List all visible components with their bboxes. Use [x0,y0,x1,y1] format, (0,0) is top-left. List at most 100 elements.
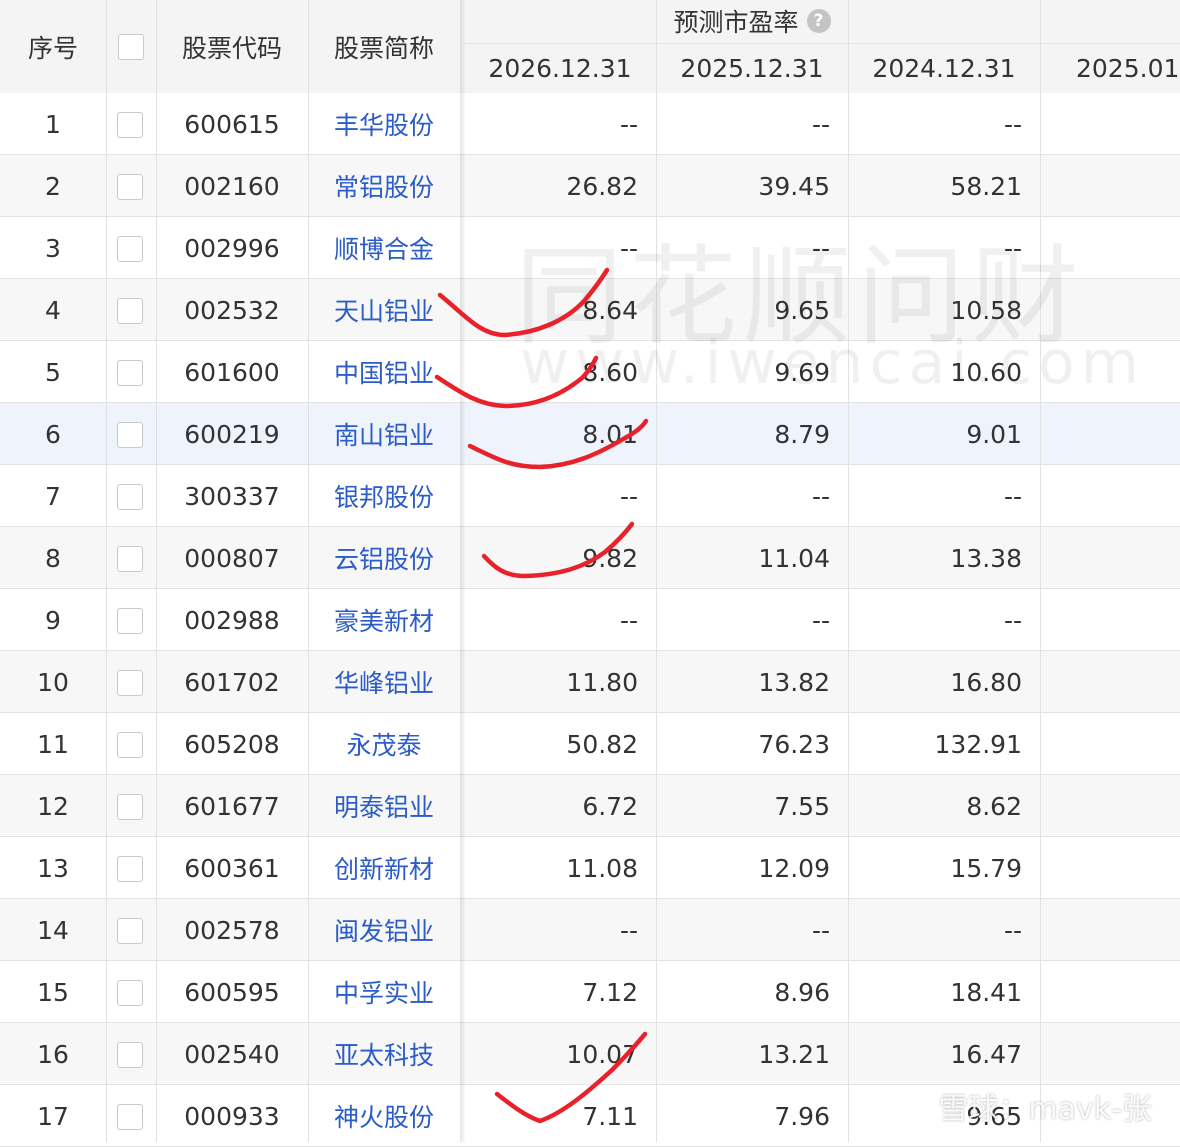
stock-name-link[interactable]: 中国铝业 [308,341,460,403]
row-index: 2 [45,171,61,201]
row-checkbox[interactable] [117,484,143,510]
table-row[interactable]: 14 002578 闽发铝业 -- -- -- [0,899,1180,961]
table-row[interactable]: 13 600361 创新新材 11.08 12.09 15.79 [0,837,1180,899]
header-forecast-pe[interactable]: 预测市盈率 ? [464,0,1040,42]
header-select-all[interactable] [106,0,156,93]
pe-2025: 7.96 [774,1101,830,1131]
row-checkbox[interactable] [117,856,143,882]
stock-name-link[interactable]: 创新新材 [308,837,460,899]
row-index: 16 [37,1039,69,1069]
row-checkbox[interactable] [117,112,143,138]
pe-2025: 13.82 [758,667,830,697]
row-checkbox[interactable] [117,1042,143,1068]
stock-name-link[interactable]: 华峰铝业 [308,651,460,713]
row-index: 12 [37,791,69,821]
pe-2025: 12.09 [758,853,830,883]
table-row[interactable]: 8 000807 云铝股份 9.82 11.04 13.38 [0,527,1180,589]
table-row[interactable]: 15 600595 中孚实业 7.12 8.96 18.41 [0,961,1180,1023]
header-index[interactable]: 序号 [0,0,106,93]
iwencai-url-watermark: www.iwencai.com [520,328,1146,398]
table-row[interactable]: 10 601702 华峰铝业 11.80 13.82 16.80 [0,651,1180,713]
col-divider [1040,0,1041,93]
header-date-3[interactable]: 2024.12.31 [848,44,1040,93]
pe-2025: -- [811,109,830,139]
table-row[interactable]: 16 002540 亚太科技 10.07 13.21 16.47 [0,1023,1180,1085]
pe-2026: 9.82 [582,543,638,573]
row-index: 10 [37,667,69,697]
row-checkbox[interactable] [117,794,143,820]
stock-code: 000933 [184,1101,280,1131]
header-date-1[interactable]: 2026.12.31 [464,44,656,93]
pe-2026: 8.01 [582,419,638,449]
table-row[interactable]: 11 605208 永茂泰 50.82 76.23 132.91 [0,713,1180,775]
table-row[interactable]: 12 601677 明泰铝业 6.72 7.55 8.62 [0,775,1180,837]
row-checkbox[interactable] [117,236,143,262]
stock-name-link[interactable]: 永茂泰 [308,713,460,775]
select-all-checkbox[interactable] [118,33,144,60]
stock-code: 600595 [184,977,280,1007]
row-checkbox[interactable] [117,1104,143,1130]
row-checkbox[interactable] [117,980,143,1006]
row-checkbox[interactable] [117,608,143,634]
row-checkbox[interactable] [117,918,143,944]
pe-2024: -- [1003,915,1022,945]
stock-name-link[interactable]: 神火股份 [308,1085,460,1147]
col-divider [656,0,657,1142]
stock-code: 000807 [184,543,280,573]
stock-code: 002988 [184,605,280,635]
pe-2024: 16.47 [950,1039,1022,1069]
stock-name-link[interactable]: 亚太科技 [308,1023,460,1085]
pe-2024: 18.41 [950,977,1022,1007]
row-checkbox[interactable] [117,422,143,448]
row-index: 7 [45,481,61,511]
stock-code: 300337 [184,481,280,511]
row-index: 4 [45,295,61,325]
stock-name-link[interactable]: 银邦股份 [308,465,460,527]
stock-code: 600615 [184,109,280,139]
stock-name-link[interactable]: 天山铝业 [308,279,460,341]
table-row[interactable]: 9 002988 豪美新材 -- -- -- [0,589,1180,651]
stock-code: 605208 [184,729,280,759]
pe-2024: 16.80 [950,667,1022,697]
pe-2026: 50.82 [566,729,638,759]
row-index: 6 [45,419,61,449]
stock-name-link[interactable]: 豪美新材 [308,589,460,651]
table-row[interactable]: 1 600615 丰华股份 -- -- -- [0,93,1180,155]
stock-name-link[interactable]: 常铝股份 [308,155,460,217]
row-checkbox[interactable] [117,546,143,572]
col-divider [308,0,309,1142]
pe-2025: 11.04 [758,543,830,573]
header-date-2[interactable]: 2025.12.31 [656,44,848,93]
row-checkbox[interactable] [117,732,143,758]
header-stock-code[interactable]: 股票代码 [156,0,308,93]
pe-2024: 8.62 [966,791,1022,821]
stock-code: 600219 [184,419,280,449]
row-checkbox[interactable] [117,670,143,696]
stock-name-link[interactable]: 明泰铝业 [308,775,460,837]
row-index: 1 [45,109,61,139]
col-divider [848,0,849,1142]
help-circle-icon[interactable]: ? [806,9,831,33]
stock-name-link[interactable]: 闽发铝业 [308,899,460,961]
stock-name-link[interactable]: 顺博合金 [308,217,460,279]
row-checkbox[interactable] [117,298,143,324]
row-checkbox[interactable] [117,360,143,386]
pe-2025: -- [811,915,830,945]
stock-code: 600361 [184,853,280,883]
col-divider [1040,0,1041,1142]
table-row[interactable]: 7 300337 银邦股份 -- -- -- [0,465,1180,527]
stock-name-link[interactable]: 丰华股份 [308,93,460,155]
stock-name-link[interactable]: 中孚实业 [308,961,460,1023]
table-row[interactable]: 6 600219 南山铝业 8.01 8.79 9.01 [0,403,1180,465]
header-date-4[interactable]: 2025.01. [1040,44,1180,93]
header-stock-name[interactable]: 股票简称 [308,0,460,93]
xueqiu-watermark: 雪球：mavk-张 [896,1084,1152,1128]
row-checkbox[interactable] [117,174,143,200]
stock-code: 601702 [184,667,280,697]
stock-code: 601677 [184,791,280,821]
stock-name-link[interactable]: 云铝股份 [308,527,460,589]
row-index: 11 [37,729,69,759]
stock-code: 002532 [184,295,280,325]
stock-name-link[interactable]: 南山铝业 [308,403,460,465]
table-row[interactable]: 2 002160 常铝股份 26.82 39.45 58.21 [0,155,1180,217]
